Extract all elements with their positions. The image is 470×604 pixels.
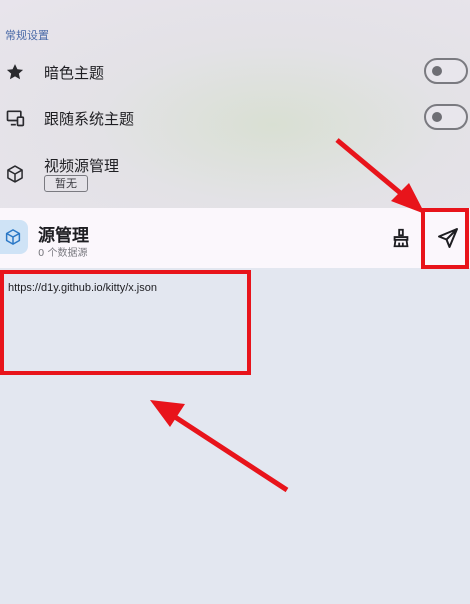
annotation-arrows xyxy=(150,138,425,493)
arrow-to-url xyxy=(170,412,289,493)
arrow-to-send xyxy=(335,138,406,198)
